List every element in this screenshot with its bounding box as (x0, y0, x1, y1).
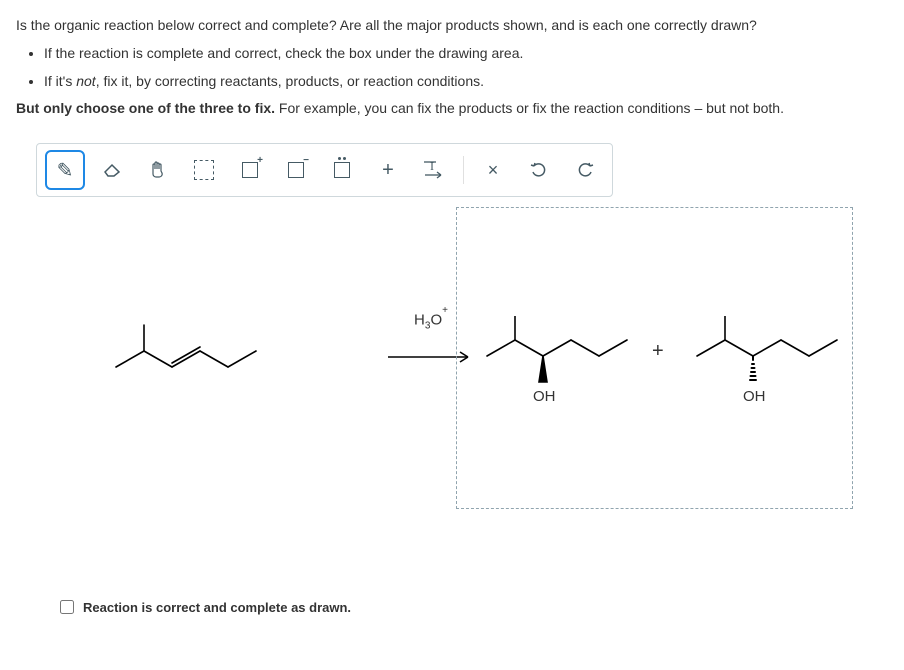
product-2-structure[interactable]: OH (687, 316, 847, 414)
hand-icon (149, 160, 167, 180)
minus-superscript-icon: − (303, 155, 309, 166)
lone-pair-tool[interactable] (323, 151, 361, 189)
charge-minus-tool[interactable]: − (277, 151, 315, 189)
square-icon (242, 162, 258, 178)
square-icon (334, 162, 350, 178)
redo-icon (576, 161, 594, 179)
plus-between-products: + (652, 340, 664, 363)
undo-tool[interactable] (520, 151, 558, 189)
reactant-structure[interactable] (106, 317, 276, 390)
undo-icon (530, 161, 548, 179)
charge-plus-tool[interactable]: + (231, 151, 269, 189)
lone-pair-dots-icon (338, 157, 346, 160)
text-arrow-icon: I (423, 160, 445, 180)
select-tool[interactable] (185, 151, 223, 189)
pencil-icon: ✎ (57, 158, 74, 183)
pencil-tool[interactable]: ✎ (45, 150, 85, 190)
products-selection-box[interactable]: OH + (456, 207, 853, 509)
hydroxyl-label-1: OH (533, 388, 556, 405)
reaction-correct-checkbox-row: Reaction is correct and complete as draw… (56, 597, 904, 617)
question-line1: Is the organic reaction below correct an… (16, 14, 888, 38)
drawing-canvas[interactable]: H3O+ OH (36, 207, 868, 567)
redo-tool[interactable] (566, 151, 604, 189)
plus-icon: + (382, 159, 394, 182)
eraser-icon (102, 163, 122, 177)
square-icon (288, 162, 304, 178)
drawing-toolbar: ✎ + − + I × (36, 143, 613, 197)
plus-superscript-icon: + (257, 155, 263, 166)
product-1-structure[interactable]: OH (477, 316, 647, 414)
question-bullet-2: If it's not, fix it, by correcting react… (44, 70, 888, 94)
delete-tool[interactable]: × (474, 151, 512, 189)
question-text: Is the organic reaction below correct an… (0, 0, 904, 135)
toolbar-separator (463, 156, 464, 184)
question-bullet-1: If the reaction is complete and correct,… (44, 42, 888, 66)
add-tool[interactable]: + (369, 151, 407, 189)
x-icon: × (488, 160, 499, 181)
hydroxyl-label-2: OH (743, 388, 766, 405)
question-line3: But only choose one of the three to fix.… (16, 97, 888, 121)
eraser-tool[interactable] (93, 151, 131, 189)
text-arrow-tool[interactable]: I (415, 151, 453, 189)
reaction-correct-label[interactable]: Reaction is correct and complete as draw… (83, 600, 351, 615)
hand-tool[interactable] (139, 151, 177, 189)
dotted-square-icon (194, 160, 214, 180)
reaction-correct-checkbox[interactable] (60, 600, 74, 614)
